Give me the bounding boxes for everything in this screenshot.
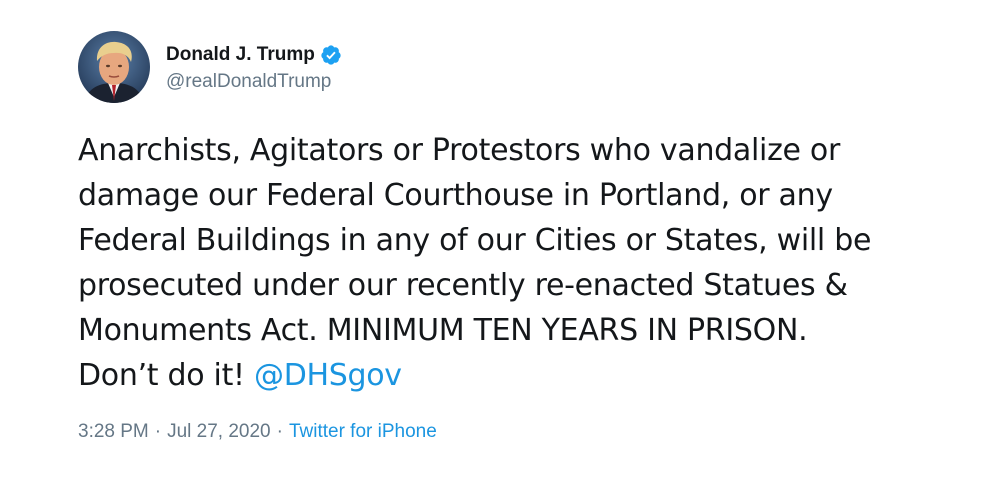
avatar[interactable] — [78, 31, 150, 103]
author-handle[interactable]: @realDonaldTrump — [166, 71, 342, 93]
tweet-text-line: damage our Federal Courthouse in Portlan… — [78, 178, 833, 213]
tweet-text-last-line: Don’t do it! @DHSgov — [78, 353, 938, 398]
tweet-card: Donald J. Trump @realDonaldTrump Anarchi… — [0, 0, 1000, 499]
tweet-text-line: prosecuted under our recently re-enacted… — [78, 268, 848, 303]
tweet-text: Anarchists, Agitators or Protestors who … — [78, 128, 938, 398]
mention-link[interactable]: @DHSgov — [254, 358, 402, 393]
verified-badge-icon — [320, 44, 342, 66]
tweet-text-fragment: Don’t do it! — [78, 358, 254, 393]
tweet-date[interactable]: Jul 27, 2020 — [167, 421, 271, 443]
author-names: Donald J. Trump @realDonaldTrump — [166, 41, 342, 93]
tweet-source-link[interactable]: Twitter for iPhone — [289, 421, 437, 443]
tweet-time[interactable]: 3:28 PM — [78, 421, 149, 443]
meta-separator: · — [276, 421, 283, 442]
meta-separator: · — [154, 421, 162, 442]
display-name-row: Donald J. Trump — [166, 41, 342, 69]
tweet-text-line: Federal Buildings in any of our Cities o… — [78, 223, 872, 258]
tweet-text-line: Anarchists, Agitators or Protestors who … — [78, 133, 840, 168]
tweet-meta: 3:28 PM · Jul 27, 2020 · Twitter for iPh… — [78, 421, 437, 443]
display-name[interactable]: Donald J. Trump — [166, 44, 315, 66]
avatar-image — [78, 31, 150, 103]
tweet-text-line: Monuments Act. MINIMUM TEN YEARS IN PRIS… — [78, 313, 808, 348]
tweet-header: Donald J. Trump @realDonaldTrump — [78, 30, 342, 104]
